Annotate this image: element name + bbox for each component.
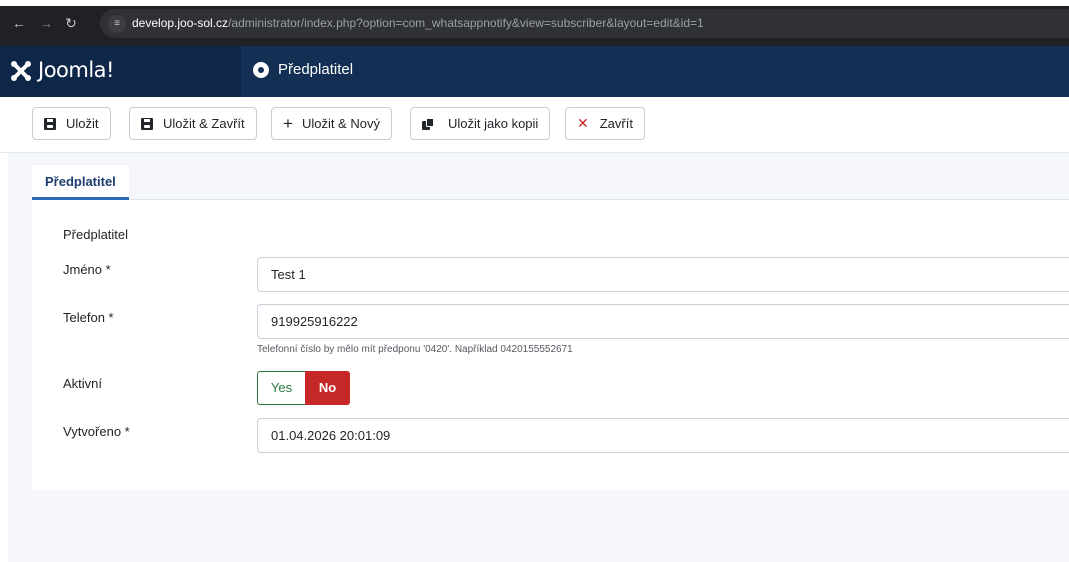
- save-close-button[interactable]: Uložit & Zavřít: [129, 107, 257, 140]
- save-button-label: Uložit: [66, 116, 99, 131]
- circle-dot-icon: [253, 62, 269, 78]
- page-title: Předplatitel: [278, 61, 354, 78]
- close-icon: ✕: [577, 115, 589, 131]
- fieldset-legend: Předplatitel: [63, 227, 129, 242]
- save-copy-button[interactable]: Uložit jako kopii: [410, 107, 551, 140]
- arrow-right-icon[interactable]: →: [37, 14, 55, 32]
- name-field[interactable]: Test 1: [257, 257, 1069, 292]
- active-label: Aktivní: [63, 376, 103, 391]
- close-button-label: Zavřít: [599, 116, 633, 131]
- save-button[interactable]: Uložit: [32, 107, 111, 140]
- action-toolbar: Uložit Uložit & Zavřít + Uložit & Nový U…: [0, 97, 1069, 153]
- phone-field[interactable]: 919925916222: [257, 304, 1069, 339]
- close-button[interactable]: ✕ Zavřít: [565, 107, 645, 140]
- arrow-left-icon[interactable]: ←: [10, 14, 28, 32]
- phone-label: Telefon *: [63, 310, 114, 325]
- logo-area[interactable]: Joomla!: [0, 46, 241, 97]
- created-label: Vytvořeno *: [63, 424, 130, 439]
- browser-tab-strip: [0, 0, 1069, 6]
- joomla-logo-icon: [11, 61, 31, 81]
- url-path: /administrator/index.php?option=com_what…: [228, 16, 704, 30]
- form-card: Předplatitel Jméno * Test 1 Telefon * 91…: [32, 200, 1069, 490]
- save-icon: [141, 117, 153, 130]
- active-yes-option[interactable]: Yes: [257, 371, 305, 405]
- plus-icon: +: [283, 114, 293, 133]
- save-close-button-label: Uložit & Zavřít: [163, 116, 245, 131]
- phone-hint: Telefonní číslo by mělo mít předponu '04…: [257, 344, 573, 355]
- url-text[interactable]: develop.joo-sol.cz/administrator/index.p…: [132, 16, 704, 30]
- save-copy-button-label: Uložit jako kopii: [448, 116, 539, 131]
- site-info-icon[interactable]: ≡: [108, 15, 126, 33]
- address-bar[interactable]: ≡ develop.joo-sol.cz/administrator/index…: [100, 9, 1069, 38]
- reload-icon[interactable]: ↻: [62, 14, 80, 32]
- tab-bar: Předplatitel: [32, 165, 1069, 200]
- tab-predplatitel[interactable]: Předplatitel: [32, 165, 129, 200]
- admin-header: Joomla! Předplatitel: [0, 46, 1069, 97]
- browser-toolbar: ← → ↻ ≡ develop.joo-sol.cz/administrator…: [0, 0, 1069, 46]
- url-host: develop.joo-sol.cz: [132, 16, 229, 30]
- save-new-button-label: Uložit & Nový: [301, 116, 380, 131]
- save-new-button[interactable]: + Uložit & Nový: [271, 107, 392, 140]
- created-field[interactable]: 01.04.2026 20:01:09: [257, 418, 1069, 453]
- copy-icon: [422, 117, 434, 130]
- joomla-logo-text: Joomla!: [38, 58, 114, 82]
- name-label: Jméno *: [63, 262, 111, 277]
- save-icon: [44, 117, 56, 130]
- active-toggle[interactable]: Yes No: [257, 371, 350, 405]
- active-no-option[interactable]: No: [305, 371, 350, 405]
